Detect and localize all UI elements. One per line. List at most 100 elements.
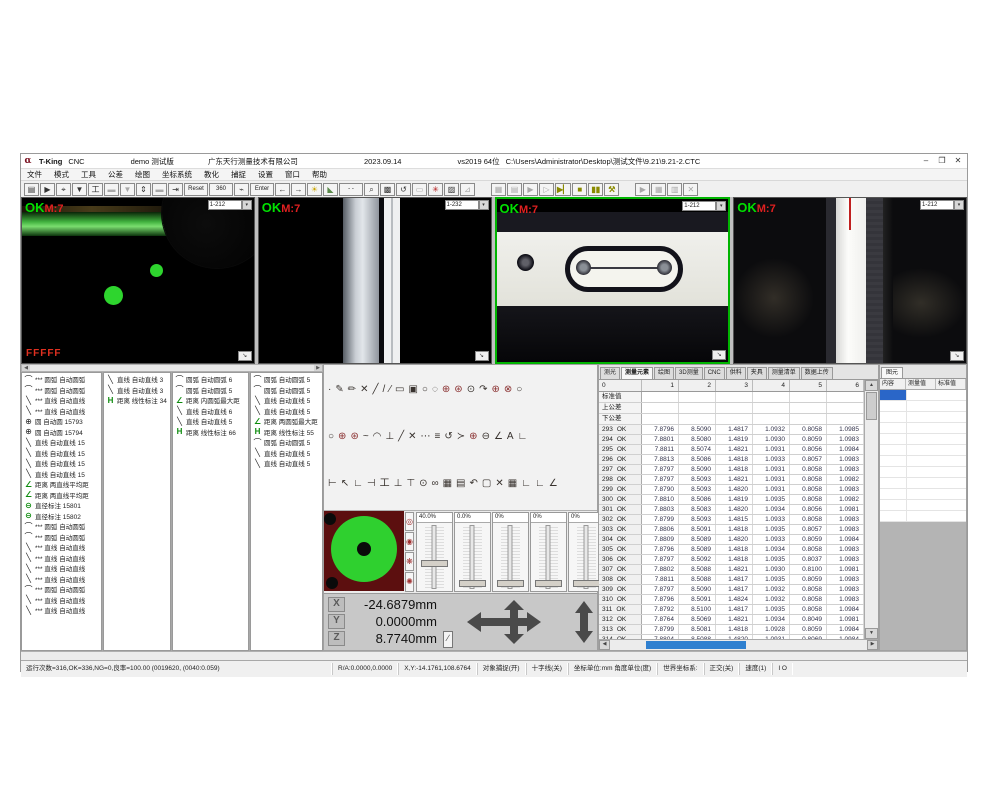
measurement-row[interactable]: 295OK7.88118.50741.48211.09310.80561.098…: [599, 445, 865, 455]
toolbar-button[interactable]: ▶: [523, 183, 538, 196]
feature-list-item[interactable]: ⌒圆弧 自动圆弧 6: [173, 374, 248, 385]
measure-tool-icon[interactable]: ⊗: [504, 384, 512, 396]
slider-track[interactable]: [463, 525, 482, 589]
z-jog-arrows-icon[interactable]: [575, 599, 593, 645]
row-label[interactable]: 310OK: [599, 595, 642, 604]
measure-tool-icon[interactable]: ∟: [518, 431, 528, 443]
measurement-row[interactable]: 294OK7.88018.50801.48191.09300.80591.098…: [599, 435, 865, 445]
toolbar-button[interactable]: ▼: [72, 183, 87, 196]
menu-item[interactable]: 坐标系统: [156, 169, 198, 180]
feature-list-item[interactable]: ╲*** 直线 自动直线: [22, 395, 101, 406]
row-label[interactable]: 302OK: [599, 515, 642, 524]
feature-list-item[interactable]: ⊖直径标注 15802: [22, 511, 101, 522]
slope-tool-button[interactable]: ∕: [443, 631, 453, 648]
resize-handle-icon[interactable]: ↘: [475, 351, 489, 361]
measure-tool-icon[interactable]: ╱: [373, 384, 379, 396]
row-label[interactable]: 307OK: [599, 565, 642, 574]
toolbar-button[interactable]: ⇥: [168, 183, 183, 196]
toolbar-button[interactable]: ▶: [40, 183, 55, 196]
feature-list-item[interactable]: ⌒*** 圆弧 自动圆弧: [22, 521, 101, 532]
row-label[interactable]: 297OK: [599, 465, 642, 474]
row-label[interactable]: 293OK: [599, 425, 642, 434]
element-tab[interactable]: 图元: [881, 367, 903, 378]
toolbar-button[interactable]: ⌁: [234, 183, 249, 196]
menu-item[interactable]: 帮助: [306, 169, 333, 180]
feature-list-item[interactable]: ∠距离 两圆弧最大距: [251, 416, 322, 427]
measure-tool-icon[interactable]: ≻: [457, 431, 465, 443]
ring-segment-button[interactable]: ❋: [405, 552, 414, 571]
row-label[interactable]: 296OK: [599, 455, 642, 464]
measure-tool-icon[interactable]: ∟: [521, 478, 531, 490]
chevron-down-icon[interactable]: ▾: [242, 200, 252, 210]
element-cell[interactable]: [880, 489, 907, 499]
measure-tool-icon[interactable]: ▦: [508, 478, 517, 490]
ring-segment-button[interactable]: ✺: [405, 572, 414, 591]
feature-list-item[interactable]: ╲*** 直线 自动直线: [22, 574, 101, 585]
measure-tool-icon[interactable]: ◠: [373, 431, 382, 443]
measure-tool-icon[interactable]: ⊤: [406, 478, 415, 490]
element-cell[interactable]: [880, 467, 907, 477]
scrollbar-thumb[interactable]: [646, 641, 746, 649]
measure-tool-icon[interactable]: ▢: [482, 478, 491, 490]
row-label[interactable]: 312OK: [599, 615, 642, 624]
slider-track[interactable]: [501, 525, 520, 589]
row-label[interactable]: 298OK: [599, 475, 642, 484]
measure-tool-icon[interactable]: ⊛: [350, 431, 358, 443]
feature-list-item[interactable]: ╲直线 自动直线 5: [251, 458, 322, 469]
measure-tool-icon[interactable]: ~: [363, 431, 369, 443]
feature-list-item[interactable]: ⌒*** 圆弧 自动圆弧: [22, 532, 101, 543]
ortho-toggle[interactable]: 正交(关): [704, 663, 740, 675]
toolbar-button[interactable]: Enter: [250, 183, 274, 196]
results-horizontal-scrollbar[interactable]: ◀ ▶: [599, 639, 878, 650]
toolbar-button[interactable]: ▦: [491, 183, 506, 196]
feature-list-item[interactable]: ╲直线 自动直线 6: [173, 406, 248, 417]
xy-jog-arrows-icon[interactable]: [467, 599, 571, 645]
minimize-button[interactable]: –: [919, 156, 933, 167]
toolbar-button[interactable]: ▤: [507, 183, 522, 196]
feature-list-item[interactable]: ╲直线 自动直线 3: [104, 385, 170, 396]
scroll-right-icon[interactable]: ▶: [867, 640, 878, 650]
toolbar-button[interactable]: ✳: [428, 183, 443, 196]
feature-list-item[interactable]: ⌒*** 圆弧 自动圆弧: [22, 385, 101, 396]
feature-list-item[interactable]: ╲直线 自动直线 15: [22, 437, 101, 448]
feature-list-item[interactable]: ╲直线 自动直线 15: [22, 458, 101, 469]
measure-tool-icon[interactable]: ╱: [398, 431, 404, 443]
measure-tool-icon[interactable]: ⊥: [394, 478, 403, 490]
io-indicator[interactable]: I O: [772, 663, 793, 675]
row-label[interactable]: 313OK: [599, 625, 642, 634]
measurement-row[interactable]: 293OK7.87968.50901.48171.09320.80581.098…: [599, 425, 865, 435]
measure-tool-icon[interactable]: ·: [328, 384, 331, 396]
toolbar-button[interactable]: ⚒: [604, 183, 619, 196]
results-tab[interactable]: 3D测量: [675, 367, 703, 379]
measurement-row[interactable]: 311OK7.87928.51001.48171.09350.80581.098…: [599, 605, 865, 615]
menu-item[interactable]: 公差: [102, 169, 129, 180]
results-tab[interactable]: 夹具: [747, 367, 767, 379]
scroll-left-icon[interactable]: ◀: [599, 640, 610, 650]
element-cell[interactable]: [880, 390, 907, 400]
menu-item[interactable]: 设置: [252, 169, 279, 180]
element-row[interactable]: [880, 467, 966, 478]
measurement-row[interactable]: 306OK7.87978.50921.48181.09350.80371.098…: [599, 555, 865, 565]
toolbar-button[interactable]: 360: [209, 183, 233, 196]
element-row[interactable]: [880, 511, 966, 522]
toolbar-button[interactable]: ☀: [307, 183, 322, 196]
feature-list-item[interactable]: ⌒圆弧 自动圆弧 5: [173, 385, 248, 396]
results-tab[interactable]: 测光: [600, 367, 620, 379]
row-label[interactable]: 303OK: [599, 525, 642, 534]
measurement-row[interactable]: 305OK7.87968.50891.48181.09340.80581.098…: [599, 545, 865, 555]
measure-tool-icon[interactable]: ∟: [353, 478, 363, 490]
measure-tool-icon[interactable]: ↺: [444, 431, 452, 443]
light-channel-slider[interactable]: 0%: [492, 512, 529, 592]
results-tab[interactable]: 数据上传: [801, 367, 833, 379]
slider-track[interactable]: [539, 525, 558, 589]
measurement-row[interactable]: 314OK7.88048.50881.48201.09310.80691.098…: [599, 635, 865, 639]
feature-list-item[interactable]: ⊕圆 自动圆 15793: [22, 416, 101, 427]
element-cell[interactable]: [880, 423, 907, 433]
feature-list-item[interactable]: ╲*** 直线 自动直线: [22, 542, 101, 553]
measure-tool-icon[interactable]: ⊙: [419, 478, 427, 490]
feature-list-item[interactable]: ⌒圆弧 自动圆弧 5: [251, 374, 322, 385]
toolbar-button[interactable]: Reset: [184, 183, 208, 196]
toolbar-button[interactable]: ▶: [635, 183, 650, 196]
toolbar-button[interactable]: ▼: [120, 183, 135, 196]
measure-tool-icon[interactable]: ✕: [495, 478, 503, 490]
